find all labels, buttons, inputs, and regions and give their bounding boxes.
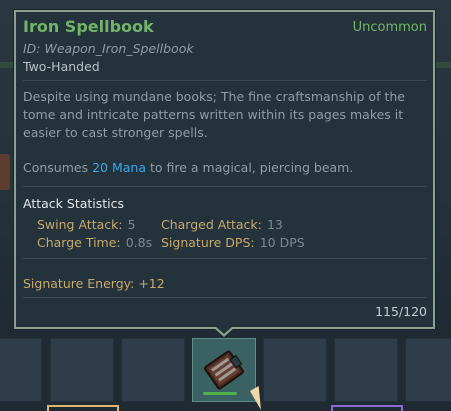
hotbar-slot[interactable] <box>334 338 398 402</box>
durability-text: 115/120 <box>375 304 427 319</box>
divider <box>23 80 427 81</box>
divider <box>23 186 427 187</box>
hotbar-slot[interactable] <box>121 338 185 402</box>
mana-cost-line: Consumes 20 Mana to fire a magical, pier… <box>23 160 353 175</box>
stat-charge-time: Charge Time: 0.8s <box>37 235 153 250</box>
item-id: ID: Weapon_Iron_Spellbook <box>23 41 194 56</box>
durability-bar <box>203 392 237 395</box>
hotbar-slot-selected[interactable] <box>192 338 256 402</box>
signature-energy: Signature Energy: +12 <box>23 276 165 291</box>
hotbar-slot[interactable] <box>50 338 114 402</box>
stat-charged-attack: Charged Attack: 13 <box>161 217 283 232</box>
stat-signature-dps: Signature DPS: 10 DPS <box>161 235 305 250</box>
hotbar-slot[interactable] <box>263 338 327 402</box>
item-name: Iron Spellbook <box>23 17 154 36</box>
divider <box>23 258 427 259</box>
hotbar-slot[interactable] <box>0 338 42 402</box>
mana-cost-suffix: to fire a magical, piercing beam. <box>150 160 354 175</box>
hotbar <box>0 336 451 411</box>
hotbar-slot[interactable] <box>405 338 451 402</box>
item-description: Despite using mundane books; The fine cr… <box>23 89 405 140</box>
stats-heading: Attack Statistics <box>23 196 125 211</box>
mana-cost-prefix: Consumes <box>23 160 89 175</box>
lower-slot-purple[interactable] <box>331 405 403 411</box>
item-handedness: Two-Handed <box>23 59 100 74</box>
item-rarity: Uncommon <box>352 20 427 35</box>
mana-cost-amount: 20 Mana <box>92 160 147 175</box>
lower-slot-gold[interactable] <box>47 405 119 411</box>
background-item <box>0 154 10 190</box>
stat-swing-attack: Swing Attack: 5 <box>37 217 136 232</box>
divider <box>23 297 427 298</box>
